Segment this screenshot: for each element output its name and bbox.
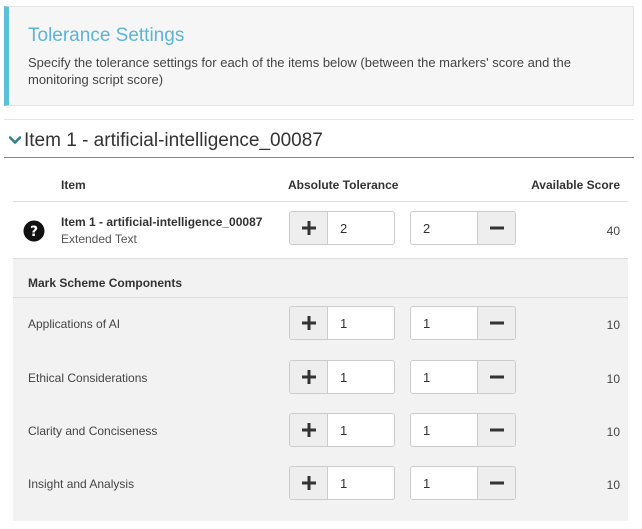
item-type: Extended Text (61, 232, 137, 246)
chevron-down-icon[interactable] (6, 131, 24, 151)
component-lower-stepper (410, 466, 516, 500)
component-lower-stepper (410, 413, 516, 447)
component-lower-stepper (410, 306, 516, 340)
plus-icon[interactable] (290, 361, 328, 393)
plus-icon[interactable] (290, 467, 328, 499)
item-name: Item 1 - artificial-intelligence_00087 (61, 215, 263, 229)
minus-icon[interactable] (477, 212, 515, 244)
component-label: Clarity and Conciseness (28, 424, 158, 438)
component-lower-input[interactable] (411, 361, 477, 393)
item-available-score: 40 (606, 224, 620, 238)
table-header: Item Absolute Tolerance Available Score (13, 172, 628, 200)
component-row: Clarity and Conciseness 10 (13, 412, 628, 452)
component-label: Insight and Analysis (28, 477, 135, 491)
column-header-score: Available Score (531, 178, 620, 192)
component-upper-input[interactable] (328, 467, 394, 499)
item-row: ? Item 1 - artificial-intelligence_00087… (13, 202, 628, 259)
component-score: 10 (606, 318, 620, 332)
panel-title: Tolerance Settings (28, 25, 185, 46)
tolerance-lower-input[interactable] (411, 212, 477, 244)
plus-icon[interactable] (290, 307, 328, 339)
components-divider (13, 297, 628, 298)
component-lower-input[interactable] (411, 414, 477, 446)
tolerance-lower-stepper (410, 211, 516, 245)
item-section-title: Item 1 - artificial-intelligence_00087 (24, 129, 323, 151)
panel-description: Specify the tolerance settings for each … (28, 55, 571, 87)
minus-icon[interactable] (477, 467, 515, 499)
component-label: Ethical Considerations (28, 371, 148, 385)
component-score: 10 (606, 478, 620, 492)
component-upper-input[interactable] (328, 361, 394, 393)
plus-icon[interactable] (290, 414, 328, 446)
components-heading: Mark Scheme Components (28, 276, 183, 290)
minus-icon[interactable] (477, 307, 515, 339)
column-header-item: Item (61, 178, 86, 192)
component-lower-input[interactable] (411, 467, 477, 499)
component-score: 10 (606, 425, 620, 439)
mark-scheme-components: Mark Scheme Components Applications of A… (13, 259, 628, 521)
component-label: Applications of AI (28, 317, 121, 331)
minus-icon[interactable] (477, 361, 515, 393)
component-row: Ethical Considerations 10 (13, 359, 628, 399)
column-header-tolerance: Absolute Tolerance (288, 178, 399, 192)
component-upper-input[interactable] (328, 414, 394, 446)
divider (4, 119, 634, 120)
minus-icon[interactable] (477, 414, 515, 446)
component-row: Applications of AI 10 (13, 305, 628, 345)
component-upper-stepper (289, 360, 395, 394)
component-upper-stepper (289, 466, 395, 500)
plus-icon[interactable] (290, 212, 328, 244)
tolerance-upper-stepper (289, 211, 395, 245)
component-upper-stepper (289, 306, 395, 340)
tolerance-settings-panel: Tolerance Settings Specify the tolerance… (4, 6, 634, 106)
item-section-header[interactable]: Item 1 - artificial-intelligence_00087 (4, 124, 634, 158)
svg-text:?: ? (30, 224, 38, 240)
component-score: 10 (606, 372, 620, 386)
component-upper-input[interactable] (328, 307, 394, 339)
component-lower-input[interactable] (411, 307, 477, 339)
question-circle-icon[interactable]: ? (23, 220, 45, 242)
component-lower-stepper (410, 360, 516, 394)
tolerance-upper-input[interactable] (328, 212, 394, 244)
component-upper-stepper (289, 413, 395, 447)
component-row: Insight and Analysis 10 (13, 465, 628, 505)
